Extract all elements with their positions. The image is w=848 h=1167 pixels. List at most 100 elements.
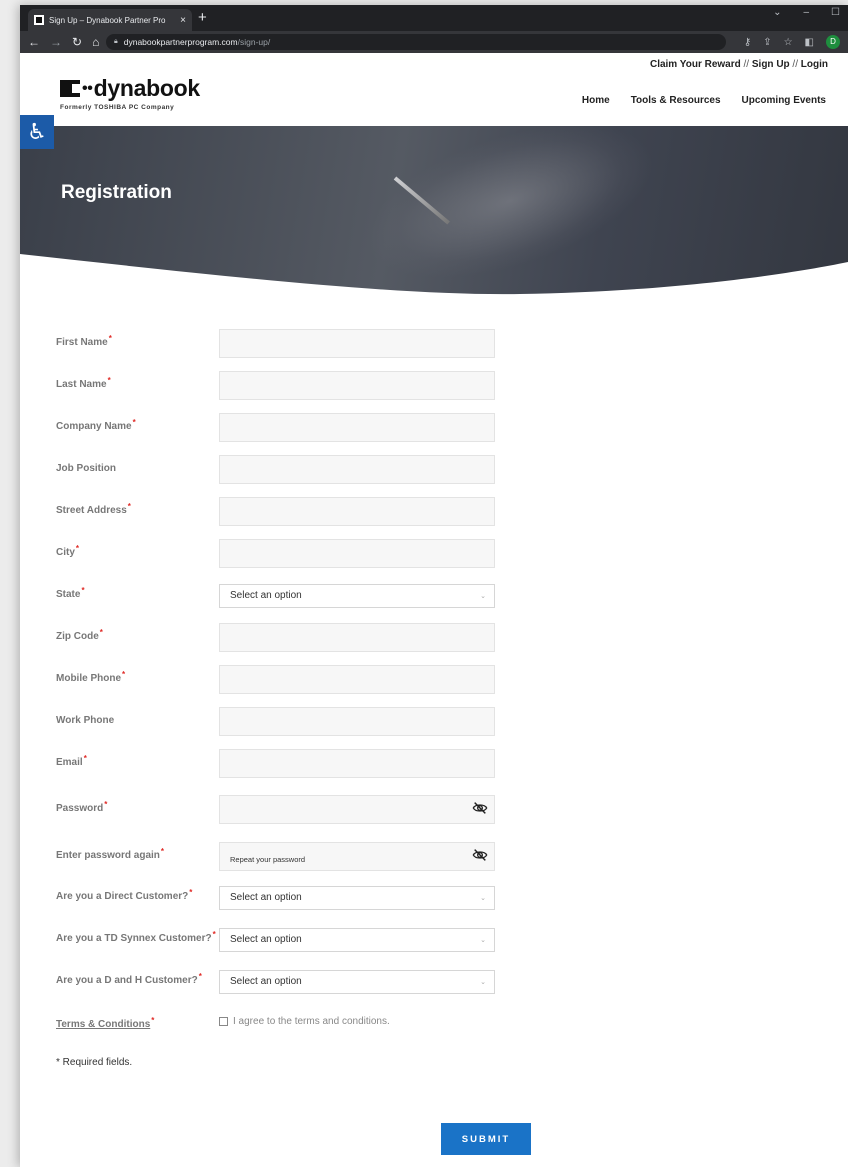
accessibility-button[interactable]: ♿︎	[20, 115, 54, 149]
street-address-input[interactable]	[219, 497, 495, 526]
dandh-customer-label: Are you a D and H Customer?*	[56, 972, 202, 986]
company-name-label: Company Name*	[56, 418, 136, 432]
tab-bar: Sign Up – Dynabook Partner Pro × + ⌄ – ☐	[20, 5, 848, 31]
terms-conditions-link[interactable]: Terms & Conditions*	[56, 1016, 154, 1030]
required-fields-note: * Required fields.	[56, 1057, 133, 1068]
separator: //	[740, 59, 752, 70]
window-controls: ⌄ – ☐	[773, 7, 840, 18]
logo-dots-icon: ••	[82, 79, 93, 97]
dynabook-logo[interactable]: •• dynabook Formerly TOSHIBA PC Company	[60, 75, 200, 111]
lock-icon: 🔒︎	[114, 38, 118, 45]
job-position-input[interactable]	[219, 455, 495, 484]
new-tab-button[interactable]: +	[198, 9, 207, 27]
dynabook-favicon-icon	[34, 15, 44, 25]
job-position-label: Job Position	[56, 463, 116, 474]
close-tab-icon[interactable]: ×	[180, 15, 186, 26]
form-row-direct-customer: Are you a Direct Customer?* Select an op…	[20, 883, 848, 913]
side-panel-icon[interactable]: ◧	[805, 37, 814, 48]
form-row-confirm-password: Enter password again* Repeat your passwo…	[20, 842, 848, 872]
site-header: Claim Your Reward // Sign Up // Login ••…	[20, 53, 848, 126]
form-row-email: Email*	[20, 749, 848, 779]
back-arrow-icon[interactable]: ←	[28, 35, 40, 49]
mobile-phone-input[interactable]	[219, 665, 495, 694]
zip-code-input[interactable]	[219, 623, 495, 652]
form-row-terms: Terms & Conditions* I agree to the terms…	[20, 1011, 848, 1041]
city-input[interactable]	[219, 539, 495, 568]
chevron-down-icon: ⌄	[480, 979, 486, 986]
last-name-label: Last Name*	[56, 376, 111, 390]
form-row-dandh-customer: Are you a D and H Customer?* Select an o…	[20, 967, 848, 997]
terms-checkbox-label[interactable]: I agree to the terms and conditions.	[219, 1016, 390, 1027]
terms-checkbox[interactable]	[219, 1017, 228, 1026]
eye-slash-icon[interactable]	[472, 800, 488, 816]
state-select[interactable]: Select an option ⌄	[219, 584, 495, 608]
submit-button[interactable]: SUBMIT	[441, 1123, 531, 1155]
logo-subtitle: Formerly TOSHIBA PC Company	[60, 104, 175, 111]
nav-upcoming-events[interactable]: Upcoming Events	[742, 95, 826, 106]
work-phone-input[interactable]	[219, 707, 495, 736]
td-synnex-customer-select[interactable]: Select an option ⌄	[219, 928, 495, 952]
mobile-phone-label: Mobile Phone*	[56, 670, 126, 684]
email-input[interactable]	[219, 749, 495, 778]
chevron-down-icon: ⌄	[480, 593, 486, 600]
company-name-input[interactable]	[219, 413, 495, 442]
form-row-last-name: Last Name*	[20, 371, 848, 401]
form-row-td-synnex-customer: Are you a TD Synnex Customer?* Select an…	[20, 925, 848, 955]
nav-tools-resources[interactable]: Tools & Resources	[631, 95, 721, 106]
form-row-mobile-phone: Mobile Phone*	[20, 665, 848, 695]
zip-code-label: Zip Code*	[56, 628, 103, 642]
confirm-password-placeholder: Repeat your password	[230, 855, 306, 864]
hero-banner: Registration	[20, 126, 848, 301]
key-icon[interactable]: ⚷	[744, 37, 751, 48]
street-address-label: Street Address*	[56, 502, 131, 516]
terms-checkbox-text: I agree to the terms and conditions.	[233, 1016, 390, 1027]
bookmark-star-icon[interactable]: ☆	[784, 37, 793, 48]
main-navigation: Home Tools & Resources Upcoming Events	[582, 95, 826, 106]
confirm-password-label: Enter password again*	[56, 847, 165, 861]
password-input[interactable]	[219, 795, 495, 824]
url-path: /sign-up/	[237, 37, 271, 47]
top-utility-links: Claim Your Reward // Sign Up // Login	[650, 59, 828, 70]
claim-reward-link[interactable]: Claim Your Reward	[650, 59, 741, 70]
eye-slash-icon[interactable]	[472, 847, 488, 863]
logo-mark-icon	[60, 80, 80, 97]
last-name-input[interactable]	[219, 371, 495, 400]
confirm-password-input[interactable]: Repeat your password	[219, 842, 495, 871]
logo-text: dynabook	[93, 75, 201, 101]
wheelchair-icon: ♿︎	[27, 119, 47, 144]
email-label: Email*	[56, 754, 87, 768]
sign-up-link[interactable]: Sign Up	[752, 59, 790, 70]
maximize-icon[interactable]: ☐	[831, 7, 840, 18]
form-row-password: Password*	[20, 795, 848, 825]
hero-wave-shape	[20, 254, 848, 301]
td-synnex-customer-label: Are you a TD Synnex Customer?*	[56, 930, 216, 944]
address-bar[interactable]: 🔒︎ dynabookpartnerprogram.com/sign-up/	[106, 34, 726, 50]
nav-home[interactable]: Home	[582, 95, 610, 106]
first-name-input[interactable]	[219, 329, 495, 358]
profile-avatar[interactable]: D	[826, 35, 840, 49]
browser-tab[interactable]: Sign Up – Dynabook Partner Pro ×	[28, 9, 192, 31]
chevron-down-icon: ⌄	[480, 895, 486, 902]
login-link[interactable]: Login	[801, 59, 828, 70]
tab-search-icon[interactable]: ⌄	[773, 7, 781, 18]
url-domain: dynabookpartnerprogram.com	[123, 37, 238, 47]
home-icon[interactable]: ⌂	[92, 35, 99, 49]
password-label: Password*	[56, 800, 108, 814]
browser-window: Sign Up – Dynabook Partner Pro × + ⌄ – ☐…	[20, 5, 848, 1167]
dandh-customer-select[interactable]: Select an option ⌄	[219, 970, 495, 994]
direct-customer-select[interactable]: Select an option ⌄	[219, 886, 495, 910]
form-row-city: City*	[20, 539, 848, 569]
form-row-first-name: First Name*	[20, 329, 848, 359]
forward-arrow-icon[interactable]: →	[50, 35, 62, 49]
first-name-label: First Name*	[56, 334, 112, 348]
direct-customer-label: Are you a Direct Customer?*	[56, 888, 193, 902]
minimize-icon[interactable]: –	[803, 7, 809, 18]
work-phone-label: Work Phone	[56, 715, 115, 726]
share-icon[interactable]: ⇪	[763, 37, 771, 48]
form-row-state: State* Select an option ⌄	[20, 581, 848, 611]
reload-icon[interactable]: ↻	[72, 35, 82, 49]
form-row-work-phone: Work Phone	[20, 707, 848, 737]
form-row-job-position: Job Position	[20, 455, 848, 485]
form-row-street-address: Street Address*	[20, 497, 848, 527]
form-row-company-name: Company Name*	[20, 413, 848, 443]
